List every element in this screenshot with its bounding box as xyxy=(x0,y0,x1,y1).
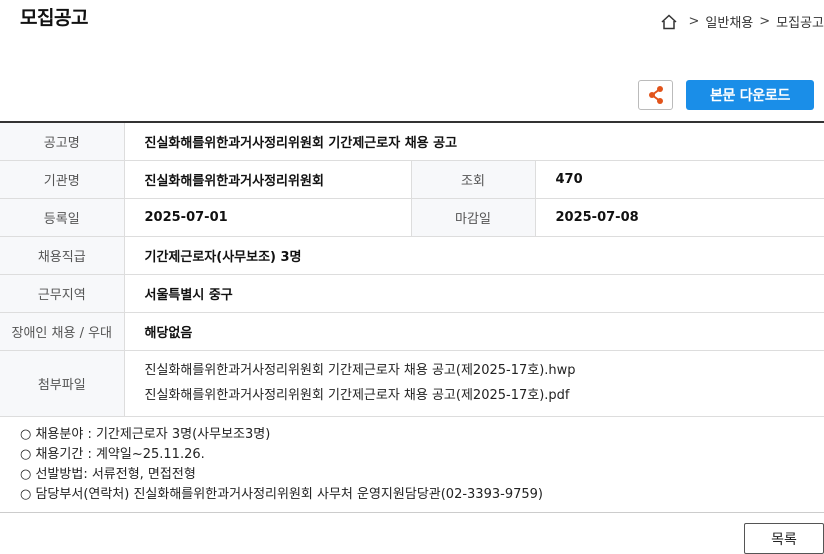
breadcrumb-separator: > xyxy=(759,14,771,29)
table-row: 근무지역 서울특별시 중구 xyxy=(0,274,824,313)
divider xyxy=(0,512,824,513)
attachment-pdf-link[interactable]: 진실화해를위한과거사정리위원회 기간제근로자 채용 공고(제2025-17호).… xyxy=(145,383,824,408)
note-selection: ○ 선발방법: 서류전형, 면접전형 xyxy=(20,467,196,482)
value-disability: 해당없음 xyxy=(124,312,824,351)
home-icon[interactable] xyxy=(660,13,678,31)
breadcrumb-separator: > xyxy=(688,14,700,29)
value-registered: 2025-07-01 xyxy=(124,198,411,237)
table-row: 등록일 2025-07-01 마감일 2025-07-08 xyxy=(0,198,824,237)
table-row: 장애인 채용 / 우대 해당없음 xyxy=(0,312,824,351)
value-views: 470 xyxy=(535,160,824,199)
list-button[interactable]: 목록 xyxy=(744,523,824,554)
attachment-hwp-link[interactable]: 진실화해를위한과거사정리위원회 기간제근로자 채용 공고(제2025-17호).… xyxy=(145,358,824,383)
value-deadline: 2025-07-08 xyxy=(535,198,824,237)
label-deadline: 마감일 xyxy=(410,198,536,237)
download-button[interactable]: 본문 다운로드 xyxy=(686,80,814,110)
share-icon xyxy=(648,86,663,104)
note-period: ○ 채용기간 : 계약일~25.11.26. xyxy=(20,447,205,462)
info-table: 공고명 진실화해를위한과거사정리위원회 기간제근로자 채용 공고 기관명 진실화… xyxy=(0,121,824,417)
share-button[interactable] xyxy=(638,80,673,110)
breadcrumb-item-recruit[interactable]: 모집공고 xyxy=(776,12,824,31)
notice-body: ○ 채용분야 : 기간제근로자 3명(사무보조3명) ○ 채용기간 : 계약일~… xyxy=(20,425,543,505)
table-row: 공고명 진실화해를위한과거사정리위원회 기간제근로자 채용 공고 xyxy=(0,122,824,161)
breadcrumb: > 일반채용 > 모집공고 xyxy=(660,12,824,31)
table-row: 첨부파일 진실화해를위한과거사정리위원회 기간제근로자 채용 공고(제2025-… xyxy=(0,350,824,417)
note-contact: ○ 담당부서(연락처) 진실화해를위한과거사정리위원회 사무처 운영지원담당관(… xyxy=(20,487,543,502)
value-agency: 진실화해를위한과거사정리위원회 xyxy=(124,160,411,199)
label-registered: 등록일 xyxy=(0,198,125,237)
table-row: 기관명 진실화해를위한과거사정리위원회 조회 470 xyxy=(0,160,824,199)
label-views: 조회 xyxy=(410,160,536,199)
value-position: 기간제근로자(사무보조) 3명 xyxy=(124,236,824,275)
label-agency: 기관명 xyxy=(0,160,125,199)
breadcrumb-item-general[interactable]: 일반채용 xyxy=(705,12,753,31)
label-attachments: 첨부파일 xyxy=(0,350,125,417)
value-location: 서울특별시 중구 xyxy=(124,274,824,313)
value-title: 진실화해를위한과거사정리위원회 기간제근로자 채용 공고 xyxy=(124,122,824,161)
attachment-list: 진실화해를위한과거사정리위원회 기간제근로자 채용 공고(제2025-17호).… xyxy=(124,350,824,417)
label-location: 근무지역 xyxy=(0,274,125,313)
label-title: 공고명 xyxy=(0,122,125,161)
note-field: ○ 채용분야 : 기간제근로자 3명(사무보조3명) xyxy=(20,427,271,442)
table-row: 채용직급 기간제근로자(사무보조) 3명 xyxy=(0,236,824,275)
label-position: 채용직급 xyxy=(0,236,125,275)
page-title: 모집공고 xyxy=(20,7,88,29)
label-disability: 장애인 채용 / 우대 xyxy=(0,312,125,351)
